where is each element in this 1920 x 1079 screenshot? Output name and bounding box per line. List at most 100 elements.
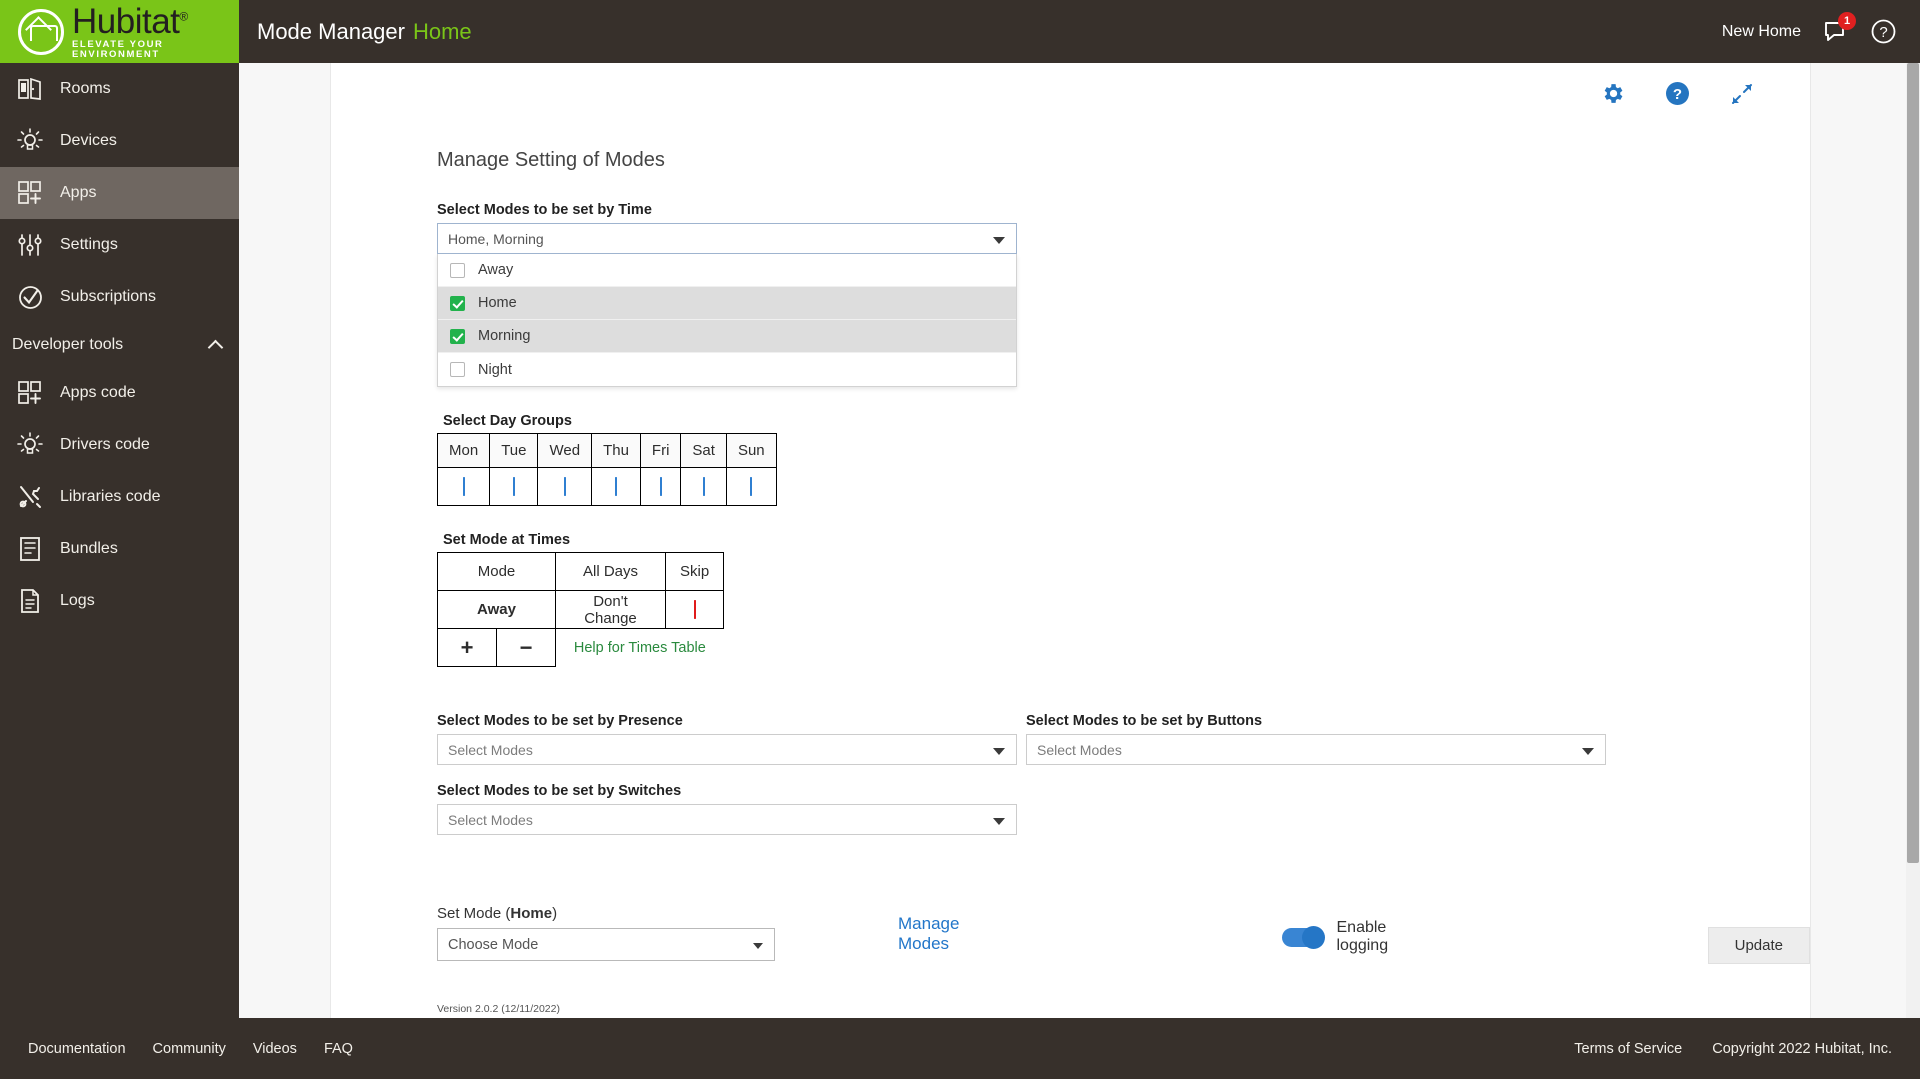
drivers-code-icon [12, 431, 48, 459]
sidebar-item-settings[interactable]: Settings [0, 219, 239, 271]
checkbox-skip[interactable] [693, 600, 696, 619]
sidebar-item-rooms[interactable]: Rooms [0, 63, 239, 115]
remove-row-button[interactable]: − [496, 628, 556, 667]
checkbox-away[interactable] [450, 262, 465, 278]
svg-text:?: ? [1879, 24, 1887, 41]
day-cell-tue[interactable] [489, 467, 539, 506]
app-title: Mode Manager [257, 18, 405, 44]
sidebar-item-devices[interactable]: Devices [0, 115, 239, 167]
day-groups-table: Mon Tue Wed Thu Fri Sat Sun [436, 433, 777, 506]
day-groups-label: Select Day Groups [443, 413, 572, 429]
sidebar-item-bundles[interactable]: Bundles [0, 523, 239, 575]
checkbox-morning[interactable] [450, 328, 465, 344]
add-row-button[interactable]: + [437, 628, 497, 667]
update-block: Update [1707, 927, 1810, 964]
brand-name: Hubitat [72, 2, 180, 41]
enable-logging-label: Enable logging [1336, 919, 1389, 954]
times-table: Mode All Days Skip Away Don't Change + −… [437, 552, 725, 667]
footer-link-documentation[interactable]: Documentation [28, 1041, 126, 1057]
checkbox-sat[interactable] [702, 477, 705, 496]
dropdown-option-night[interactable]: Night [438, 353, 1016, 386]
help-for-times-table-link[interactable]: Help for Times Table [574, 640, 706, 656]
checkbox-wed[interactable] [563, 477, 566, 496]
footer-link-terms[interactable]: Terms of Service [1574, 1041, 1682, 1057]
modes-by-time-dropdown[interactable]: Away Home Morning Night [437, 254, 1017, 387]
sidebar-item-drivers-code[interactable]: Drivers code [0, 419, 239, 471]
times-header-mode: Mode [437, 552, 556, 591]
brand-tagline: ELEVATE YOUR ENVIRONMENT [72, 39, 164, 60]
day-cell-wed[interactable] [537, 467, 593, 506]
bottom-action-row: Set Mode (Home) Choose Mode Manage Modes… [437, 905, 1810, 964]
gear-icon[interactable] [1600, 81, 1625, 106]
sidebar-item-apps[interactable]: Apps [0, 167, 239, 219]
set-mode-prefix: Set Mode ( [437, 905, 511, 922]
sidebar-section-developer-tools[interactable]: Developer tools [0, 323, 239, 367]
sidebar-item-subscriptions[interactable]: Subscriptions [0, 271, 239, 323]
notifications-button[interactable]: 1 [1823, 11, 1856, 45]
brand-text: Hubitat® ELEVATE YOUR ENVIRONMENT [72, 4, 239, 59]
footer-link-community[interactable]: Community [153, 1041, 226, 1057]
times-cell-days[interactable]: Don't Change [555, 590, 666, 629]
checkbox-home[interactable] [450, 295, 465, 311]
day-cell-mon[interactable] [436, 467, 491, 506]
modes-by-presence-label: Select Modes to be set by Presence [437, 713, 683, 729]
hub-name-label[interactable]: New Home [1722, 23, 1801, 41]
content-inner: Manage Setting of Modes Select Modes to … [331, 63, 1810, 1015]
page-scrollbar[interactable] [1906, 63, 1920, 1018]
day-header-sat: Sat [680, 433, 727, 468]
help-cell: Help for Times Table [554, 628, 724, 667]
sidebar-item-label: Rooms [60, 80, 111, 97]
help-icon[interactable]: ? [1665, 81, 1690, 106]
times-header-skip: Skip [664, 552, 725, 591]
modes-by-switches-placeholder: Select Modes [448, 811, 533, 828]
checkbox-sun[interactable] [750, 477, 753, 496]
help-circle-icon[interactable]: ? [1871, 19, 1896, 44]
footer-copyright: Copyright 2022 Hubitat, Inc. [1712, 1040, 1892, 1057]
day-cell-fri[interactable] [639, 467, 682, 506]
expand-icon[interactable] [1730, 82, 1754, 106]
times-cell-mode[interactable]: Away [437, 590, 556, 629]
enable-logging-toggle[interactable] [1282, 925, 1325, 949]
brand-logo[interactable]: Hubitat® ELEVATE YOUR ENVIRONMENT [0, 0, 239, 63]
scrollbar-thumb[interactable] [1907, 63, 1919, 863]
checkbox-tue[interactable] [512, 477, 515, 496]
update-button[interactable]: Update [1707, 927, 1810, 964]
day-cell-thu[interactable] [591, 467, 641, 506]
sidebar-item-apps-code[interactable]: Apps code [0, 367, 239, 419]
day-cell-sun[interactable] [725, 467, 777, 506]
modes-by-time-select[interactable]: Home, Morning [437, 223, 1017, 254]
day-cell-sat[interactable] [680, 467, 727, 506]
table-header-row: Mon Tue Wed Thu Fri Sat Sun [436, 433, 777, 468]
choose-mode-placeholder: Choose Mode [448, 936, 539, 953]
top-bar: Mode Manager Home New Home 1 ? [239, 0, 1920, 63]
dropdown-option-label: Night [478, 361, 512, 378]
set-mode-label: Set Mode (Home) [437, 905, 775, 922]
times-cell-skip[interactable] [664, 590, 725, 629]
modes-by-switches-select[interactable]: Select Modes [437, 804, 1017, 835]
apps-code-icon [12, 379, 48, 407]
sidebar: Hubitat® ELEVATE YOUR ENVIRONMENT Rooms … [0, 0, 239, 1079]
footer-link-videos[interactable]: Videos [253, 1041, 297, 1057]
dropdown-option-away[interactable]: Away [438, 254, 1016, 287]
modes-by-buttons-select[interactable]: Select Modes [1026, 734, 1606, 765]
dropdown-option-home[interactable]: Home [438, 287, 1016, 320]
sidebar-item-logs[interactable]: Logs [0, 575, 239, 627]
day-header-wed: Wed [537, 433, 593, 468]
sidebar-item-libraries-code[interactable]: Libraries code [0, 471, 239, 523]
checkbox-fri[interactable] [659, 477, 662, 496]
modes-by-time-label: Select Modes to be set by Time [437, 202, 652, 218]
checkbox-mon[interactable] [462, 477, 465, 496]
logging-block: Enable logging [1282, 919, 1437, 955]
checkbox-thu[interactable] [614, 477, 617, 496]
dropdown-option-morning[interactable]: Morning [438, 320, 1016, 353]
libraries-code-icon [12, 483, 48, 511]
checkbox-night[interactable] [450, 362, 465, 377]
modes-by-time-value: Home, Morning [448, 230, 544, 247]
manage-modes-link[interactable]: Manage Modes [898, 914, 959, 953]
chevron-down-icon [993, 747, 1005, 755]
sidebar-item-label: Logs [60, 592, 95, 609]
modes-by-presence-select[interactable]: Select Modes [437, 734, 1017, 765]
table-row [436, 467, 777, 506]
choose-mode-select[interactable]: Choose Mode [437, 928, 775, 961]
footer-link-faq[interactable]: FAQ [324, 1041, 353, 1057]
